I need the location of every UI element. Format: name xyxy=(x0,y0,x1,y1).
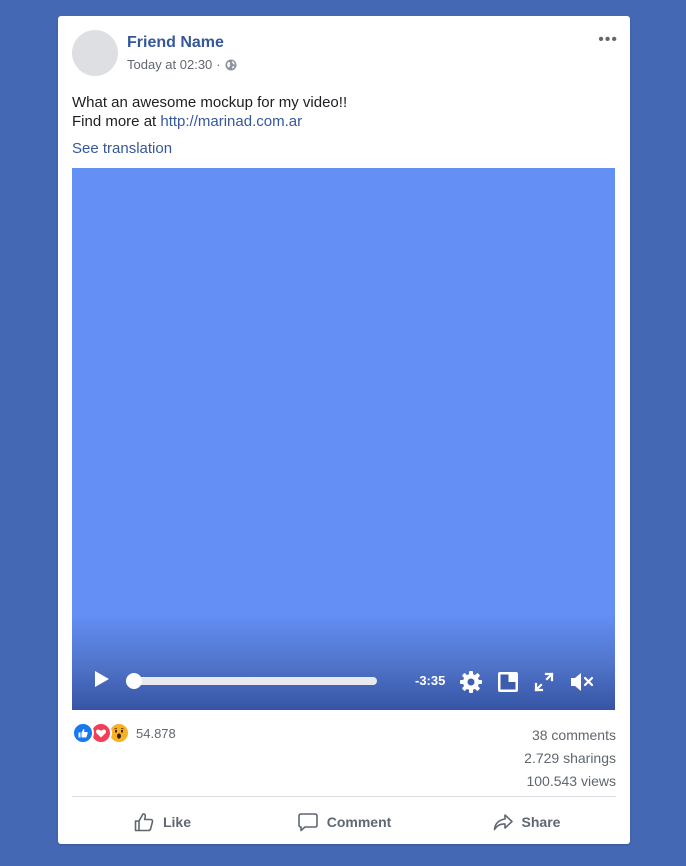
share-arrow-icon xyxy=(493,814,513,831)
views-count: 100.543 views xyxy=(526,773,616,789)
globe-icon[interactable] xyxy=(225,59,237,71)
comments-count[interactable]: 38 comments xyxy=(524,724,616,747)
play-icon[interactable] xyxy=(93,668,111,695)
time-remaining: -3:35 xyxy=(415,673,446,688)
mute-icon[interactable] xyxy=(569,670,595,699)
author-name[interactable]: Friend Name xyxy=(127,34,224,52)
meta-separator: · xyxy=(216,57,221,72)
divider xyxy=(72,796,616,797)
progress-scrubber[interactable] xyxy=(126,673,142,689)
comment-icon xyxy=(297,813,318,832)
like-button[interactable]: Like xyxy=(72,806,252,838)
reactions-summary[interactable]: 54.878 xyxy=(72,722,176,744)
see-translation-link[interactable]: See translation xyxy=(72,140,172,157)
share-button[interactable]: Share xyxy=(436,806,616,838)
progress-bar[interactable] xyxy=(126,673,377,689)
gear-icon[interactable] xyxy=(459,670,483,699)
post-timestamp[interactable]: Today at 02:30 xyxy=(127,57,212,72)
post-meta: Today at 02:30 · xyxy=(127,57,237,72)
video-controls: -3:35 xyxy=(72,658,615,710)
post-text: What an awesome mockup for my video!! Fi… xyxy=(72,93,347,131)
post-stats: 38 comments 2.729 sharings 100.543 views xyxy=(524,724,616,793)
sharings-count[interactable]: 2.729 sharings xyxy=(524,747,616,770)
post-link[interactable]: http://marinad.com.ar xyxy=(160,113,302,130)
fullscreen-icon[interactable] xyxy=(533,671,555,698)
action-bar: Like Comment Share xyxy=(72,806,616,838)
share-label: Share xyxy=(521,814,561,830)
thumbs-up-icon xyxy=(134,813,154,832)
post-text-line1: What an awesome mockup for my video!! xyxy=(72,94,348,111)
reactions-count[interactable]: 54.878 xyxy=(136,726,176,741)
miniplayer-icon[interactable] xyxy=(496,670,520,699)
post-text-prefix: Find more at xyxy=(72,113,161,130)
comment-label: Comment xyxy=(326,814,392,830)
comment-button[interactable]: Comment xyxy=(254,806,434,838)
post-text-line2: Find more at http://marinad.com.ar xyxy=(72,112,347,131)
more-options-button[interactable]: ••• xyxy=(598,32,618,48)
video-player[interactable]: -3:35 xyxy=(72,168,615,710)
like-reaction-icon xyxy=(72,722,94,744)
post-card: Friend Name Today at 02:30 · ••• What an… xyxy=(58,16,630,844)
like-label: Like xyxy=(162,814,191,830)
avatar[interactable] xyxy=(72,30,118,76)
